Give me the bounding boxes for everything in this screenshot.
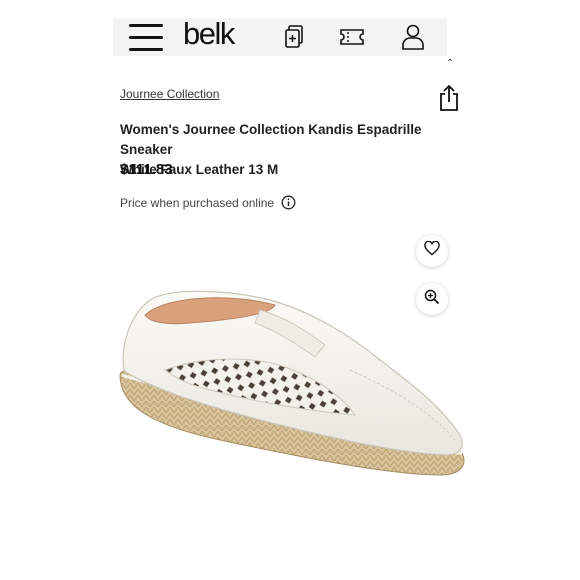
corner-mark-icon: ⌃ [446,58,455,69]
top-navigation-bar: belk [113,16,447,56]
heart-icon [424,240,440,261]
favorite-button[interactable] [416,235,448,267]
shoe-illustration [119,290,465,476]
info-icon[interactable] [281,195,296,215]
product-price: $111.83 [120,161,173,178]
belk-logo[interactable]: belk [183,16,235,52]
share-icon[interactable] [438,84,460,117]
account-icon[interactable] [401,23,425,56]
product-title-line1: Women's Journee Collection Kandis Espadr… [120,122,422,157]
brand-link[interactable]: Journee Collection [120,87,219,101]
ticket-icon[interactable] [339,27,365,52]
menu-icon[interactable] [129,24,163,52]
price-note: Price when purchased online [120,196,275,210]
list-icon[interactable] [285,25,305,54]
product-image[interactable] [110,275,475,490]
